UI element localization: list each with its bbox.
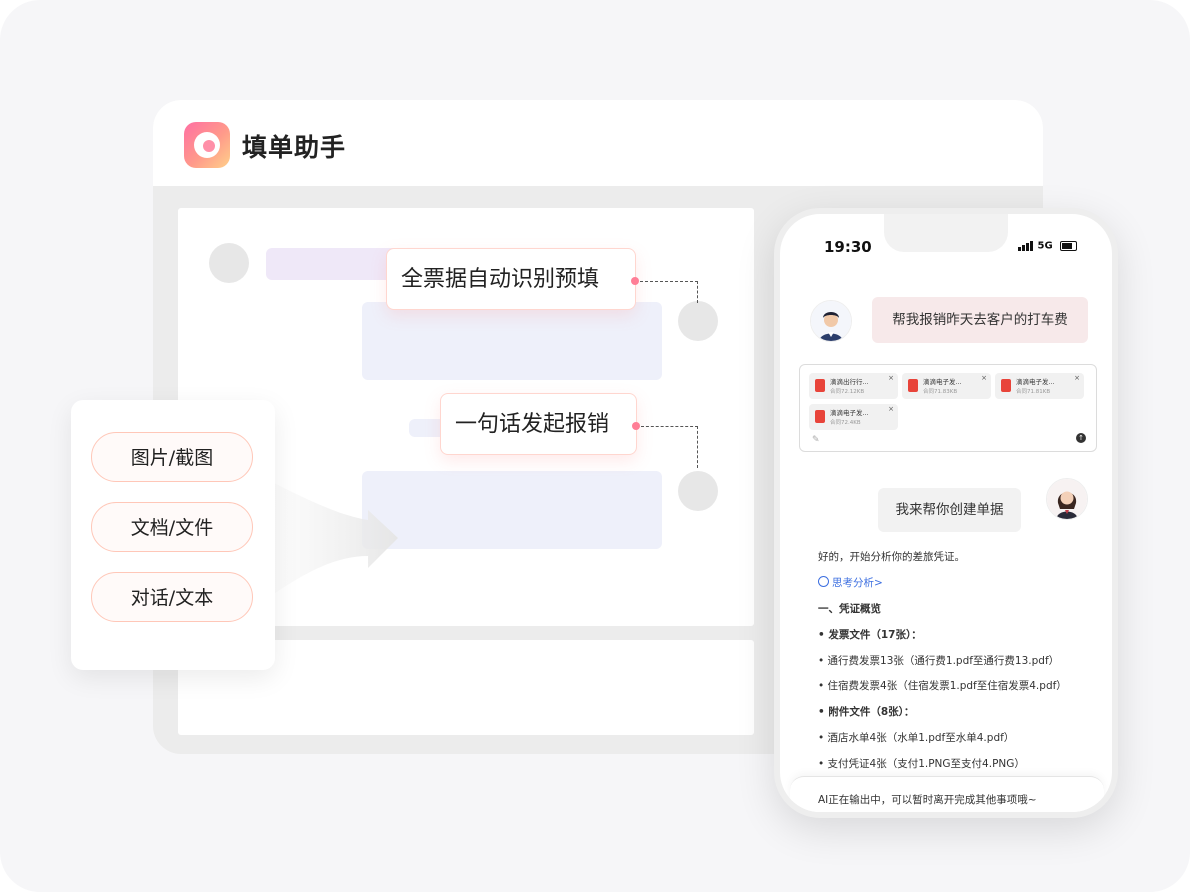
input-type-document[interactable]: 文档/文件 (91, 502, 253, 552)
thinking-analysis-link[interactable]: 思考分析> (818, 575, 883, 590)
battery-icon (1060, 240, 1078, 251)
connector-line (640, 281, 698, 282)
output-status-text: AI正在输出中，可以暂时离开完成其他事项哦~ (818, 794, 1037, 806)
attachment-file[interactable]: 滴滴出行行... 合同72.12KB × (809, 373, 898, 399)
connector-dot (631, 277, 639, 285)
attachment-name: 滴滴电子发... (1016, 378, 1055, 386)
ai-avatar-icon (1047, 479, 1087, 519)
close-icon[interactable]: × (888, 405, 894, 413)
attachment-name: 滴滴电子发... (830, 409, 869, 417)
ai-avatar (1046, 478, 1088, 520)
lightbulb-icon (818, 576, 829, 587)
close-icon[interactable]: × (888, 374, 894, 382)
tag-one-sentence: 一句话发起报销 (440, 393, 637, 455)
close-icon[interactable]: × (981, 374, 987, 382)
close-icon[interactable]: × (1074, 374, 1080, 382)
invoice-item: • 通行费发票13张（通行费1.pdf至通行费13.pdf） (818, 655, 1060, 667)
invoice-item: • 住宿费发票4张（住宿发票1.pdf至住宿发票4.pdf） (818, 680, 1067, 692)
background-stage: 填单助手 全票据自动识别预填 一句话发起报销 图片/截图 文档/文件 对话/文本… (0, 0, 1190, 892)
connector-line (641, 426, 698, 427)
network-type: 5G (1037, 240, 1053, 252)
input-type-image[interactable]: 图片/截图 (91, 432, 253, 482)
pdf-icon (908, 379, 918, 392)
attachment-file[interactable]: 滴滴电子发... 合同71.83KB × (902, 373, 991, 399)
app-logo-icon (184, 122, 230, 168)
attachment-name: 滴滴电子发... (923, 378, 962, 386)
window-header: 填单助手 (153, 100, 1043, 186)
connector-dot (632, 422, 640, 430)
placeholder-dot (678, 301, 718, 341)
attachment-item: • 支付凭证4张（支付1.PNG至支付4.PNG） (818, 758, 1025, 770)
response-intro: 好的，开始分析你的差旅凭证。 (818, 551, 965, 563)
invoice-heading: • 发票文件（17张）： (818, 629, 922, 641)
pdf-icon (815, 379, 825, 392)
attachment-size: 合同72.4KB (830, 420, 861, 426)
connector-line (697, 426, 698, 468)
user-avatar (810, 300, 852, 342)
user-message-bubble: 帮我报销昨天去客户的打车费 (872, 297, 1088, 343)
app-title: 填单助手 (242, 133, 347, 162)
flow-arrow-icon (268, 480, 398, 598)
attachment-size: 合同71.81KB (1016, 389, 1051, 395)
attachment-item: • 酒店水单4张（水单1.pdf至水单4.pdf） (818, 732, 1015, 744)
attachments-box: 滴滴出行行... 合同72.12KB × 滴滴电子发... 合同71.83KB … (799, 364, 1097, 452)
attachment-name: 滴滴出行行... (830, 378, 869, 386)
connector-line (697, 281, 698, 303)
placeholder-block (362, 302, 662, 380)
input-types-panel: 图片/截图 文档/文件 对话/文本 (71, 400, 275, 670)
phone-mockup: 19:30 5G 帮我报销昨天去客户的打车费 滴滴出行行... 合同72.12K… (774, 208, 1118, 818)
user-avatar-icon (811, 301, 851, 341)
output-status-bar: AI正在输出中，可以暂时离开完成其他事项哦~ (790, 776, 1104, 812)
send-arrow-icon[interactable]: ↑ (1076, 433, 1086, 443)
placeholder-avatar (209, 243, 249, 283)
attachment-heading: • 附件文件（8张）： (818, 706, 915, 718)
pdf-icon (815, 410, 825, 423)
tag-auto-fill: 全票据自动识别预填 (386, 248, 636, 310)
pdf-icon (1001, 379, 1011, 392)
input-type-dialogue[interactable]: 对话/文本 (91, 572, 253, 622)
status-time: 19:30 (824, 238, 872, 256)
attachment-size: 合同72.12KB (830, 389, 865, 395)
paperclip-icon[interactable]: ✎ (812, 435, 820, 445)
status-indicators: 5G (1018, 240, 1078, 252)
section-title: 一、凭证概览 (818, 603, 881, 615)
signal-icon (1018, 240, 1034, 251)
ai-message-bubble: 我来帮你创建单据 (878, 488, 1021, 532)
thinking-label: 思考分析> (832, 577, 883, 589)
attachment-file[interactable]: 滴滴电子发... 合同71.81KB × (995, 373, 1084, 399)
phone-notch (884, 214, 1008, 252)
attachment-size: 合同71.83KB (923, 389, 958, 395)
placeholder-dot (678, 471, 718, 511)
attachment-file[interactable]: 滴滴电子发... 合同72.4KB × (809, 404, 898, 430)
